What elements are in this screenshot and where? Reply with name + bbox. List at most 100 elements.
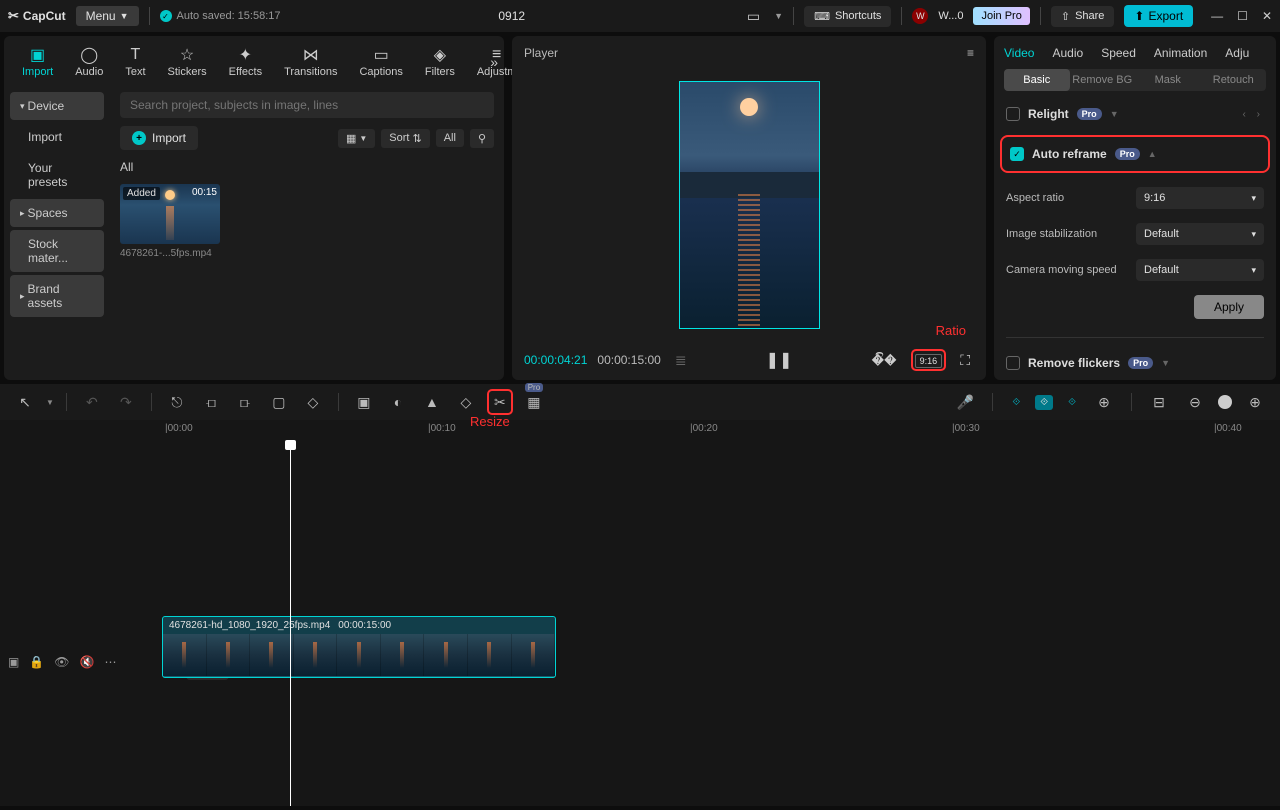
tabs-more-icon[interactable]: » — [490, 54, 498, 70]
selection-tool[interactable]: ↖ — [12, 389, 38, 415]
zoom-slider[interactable] — [1218, 395, 1232, 409]
tab-stickers[interactable]: ☆Stickers — [158, 42, 217, 82]
minimize-icon[interactable]: — — [1211, 9, 1223, 23]
tab-import[interactable]: ▣Import — [12, 42, 63, 82]
undo-button[interactable]: ↶ — [79, 389, 105, 415]
view-grid-button[interactable]: ▦ ▼ — [338, 129, 375, 148]
delete-tool[interactable]: ▢ — [266, 389, 292, 415]
close-icon[interactable]: ✕ — [1262, 9, 1272, 23]
duplicate-tool[interactable]: ▣ — [351, 389, 377, 415]
apply-button[interactable]: Apply — [1194, 295, 1264, 319]
import-button[interactable]: + Import — [120, 126, 198, 150]
align-tool[interactable]: ⊕ — [1091, 389, 1117, 415]
tab-transitions[interactable]: ⋈Transitions — [274, 42, 347, 82]
magnet-tool-3[interactable]: ⟐ — [1063, 395, 1081, 410]
remove-flickers-row[interactable]: Remove flickers Pro ▼ — [1006, 356, 1264, 370]
split-tool[interactable]: ⎋ — [164, 389, 190, 415]
relight-checkbox[interactable] — [1006, 107, 1020, 121]
mirror-tool[interactable]: ▲ — [419, 389, 445, 415]
ratio-button[interactable]: 9:16 — [915, 354, 943, 368]
playhead[interactable] — [290, 444, 291, 806]
camera-speed-select[interactable]: Default▾ — [1136, 259, 1264, 281]
timeline-ruler[interactable]: |00:00 |00:10 |00:20 |00:30 |00:40 — [160, 420, 1280, 440]
sidebar-item-stock[interactable]: Stock mater... — [10, 230, 104, 272]
aspect-ratio-select[interactable]: 9:16▾ — [1136, 187, 1264, 209]
window-controls: — ☐ ✕ — [1211, 9, 1272, 23]
rotate-tool[interactable]: ◇ — [453, 389, 479, 415]
export-button[interactable]: ⬆ Export — [1124, 5, 1193, 27]
speed-tool[interactable]: ◐ — [385, 389, 411, 415]
scale-icon[interactable]: �ි� — [867, 350, 900, 371]
auto-reframe-checkbox[interactable]: ✓ — [1010, 147, 1024, 161]
remove-flickers-checkbox[interactable] — [1006, 356, 1020, 370]
chevron-down-icon[interactable]: ▼ — [46, 398, 54, 407]
pro-badge: Pro — [1077, 108, 1102, 120]
tab-filters[interactable]: ◈Filters — [415, 42, 465, 82]
tab-audio[interactable]: Audio — [1052, 46, 1083, 57]
redo-button[interactable]: ↷ — [113, 389, 139, 415]
track-visibility-icon[interactable]: 👁 — [54, 655, 69, 669]
tab-effects[interactable]: ✦Effects — [219, 42, 272, 82]
subtab-basic[interactable]: Basic — [1004, 69, 1070, 91]
chevron-up-icon[interactable]: ▲ — [1148, 149, 1157, 159]
tab-animation[interactable]: Animation — [1154, 46, 1207, 57]
level-icon[interactable]: ≣ — [671, 350, 691, 371]
share-button[interactable]: ⇧ Share — [1051, 6, 1115, 27]
track-lock-icon[interactable]: 🔒 — [29, 655, 44, 669]
player-menu-icon[interactable]: ≡ — [967, 46, 974, 60]
magnet-tool-2[interactable]: ⟐ — [1035, 395, 1053, 410]
tab-audio[interactable]: ◯Audio — [65, 42, 113, 82]
filter-icon-button[interactable]: ⚲ — [470, 129, 494, 148]
track-expand-icon[interactable]: ▣ — [8, 655, 19, 669]
search-input[interactable] — [120, 92, 494, 118]
magnet-tool-1[interactable]: ⟐ — [1007, 395, 1025, 410]
zoom-out-icon[interactable]: ⊟ — [1146, 389, 1172, 415]
tab-adjust[interactable]: Adju — [1225, 46, 1249, 57]
sidebar-item-presets[interactable]: Your presets — [10, 154, 104, 196]
player-viewport[interactable] — [512, 70, 986, 340]
chevron-down-icon[interactable]: ▼ — [1161, 358, 1170, 368]
image-stab-select[interactable]: Default▾ — [1136, 223, 1264, 245]
timeline-tracks[interactable]: ▣ 🔒 👁 🔇 ⋯ ✎ Cover 4678261-hd_1080_1920_2… — [0, 444, 1280, 806]
timeline-clip[interactable]: 4678261-hd_1080_1920_25fps.mp4 00:00:15:… — [162, 616, 556, 678]
sidebar-item-import[interactable]: Import — [10, 123, 104, 151]
track-more-icon[interactable]: ⋯ — [104, 655, 116, 669]
subtab-removebg[interactable]: Remove BG — [1070, 69, 1136, 91]
chevron-down-icon[interactable]: ▼ — [774, 11, 783, 21]
track-mute-icon[interactable]: 🔇 — [80, 655, 95, 669]
pause-button[interactable]: ❚❚ — [762, 348, 797, 372]
layout-icon[interactable]: ▭ — [743, 6, 764, 27]
zoom-fit-icon[interactable]: ⊕ — [1242, 389, 1268, 415]
menu-button[interactable]: Menu ▼ — [76, 6, 139, 26]
tab-text[interactable]: TText — [115, 42, 155, 82]
media-clip[interactable]: Added 00:15 4678261-...5fps.mp4 — [120, 184, 220, 259]
prop-nav-icons[interactable]: ‹ › — [1243, 109, 1264, 120]
sidebar-item-spaces[interactable]: ▸Spaces — [10, 199, 104, 227]
sidebar-item-device[interactable]: ▾Device — [10, 92, 104, 120]
trim-right-tool[interactable]: ⟥ — [232, 389, 258, 415]
shortcuts-button[interactable]: ⌨ Shortcuts — [804, 6, 891, 27]
tab-video[interactable]: Video — [1004, 46, 1034, 57]
maximize-icon[interactable]: ☐ — [1237, 9, 1248, 23]
crop-tool[interactable]: ✂ — [487, 389, 513, 415]
media-area: + Import ▦ ▼ Sort ⇅ All ⚲ All — [110, 86, 504, 380]
tab-speed[interactable]: Speed — [1101, 46, 1136, 57]
subtab-mask[interactable]: Mask — [1135, 69, 1201, 91]
trim-left-tool[interactable]: ⟤ — [198, 389, 224, 415]
marker-tool[interactable]: ◇ — [300, 389, 326, 415]
filter-all-button[interactable]: All — [436, 129, 464, 147]
join-pro-button[interactable]: Join Pro — [973, 7, 1029, 25]
enhance-tool[interactable]: ▦Pro — [521, 389, 547, 415]
user-avatar[interactable]: W — [912, 8, 928, 24]
mic-icon[interactable]: 🎤 — [952, 389, 978, 415]
sort-button[interactable]: Sort ⇅ — [381, 129, 429, 148]
zoom-in-icon[interactable]: ⊖ — [1182, 389, 1208, 415]
relight-row[interactable]: Relight Pro ▼ ‹ › — [1006, 107, 1264, 121]
tab-captions[interactable]: ▭Captions — [349, 42, 412, 82]
auto-reframe-row[interactable]: ✓ Auto reframe Pro ▲ — [1010, 147, 1260, 161]
chevron-down-icon[interactable]: ▼ — [1110, 109, 1119, 119]
fullscreen-icon[interactable]: ⛶ — [956, 350, 974, 371]
right-tabs: Video Audio Speed Animation Adju — [994, 36, 1276, 63]
sidebar-item-brand[interactable]: ▸Brand assets — [10, 275, 104, 317]
subtab-retouch[interactable]: Retouch — [1201, 69, 1267, 91]
